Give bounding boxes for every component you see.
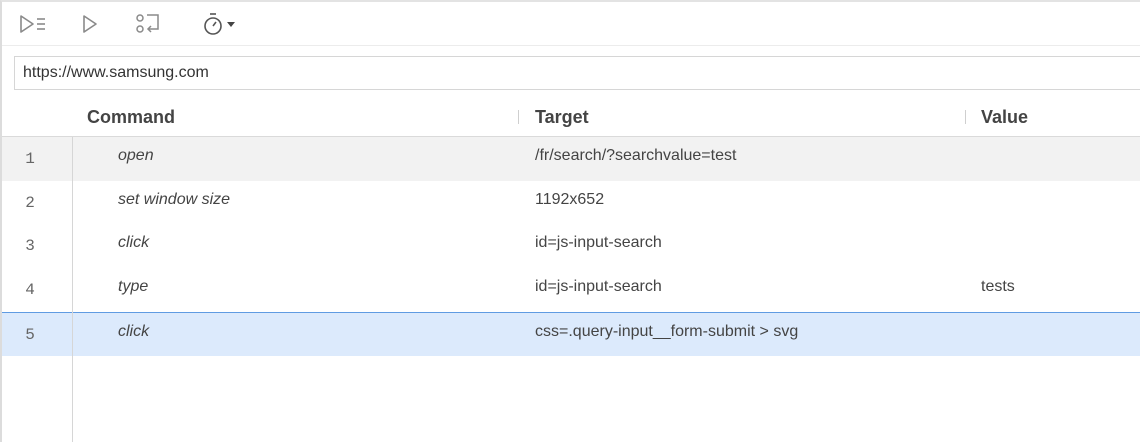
target-cell: 1192x652 bbox=[535, 191, 605, 208]
target-cell: id=js-input-search bbox=[535, 278, 662, 295]
table-row[interactable]: 1 open /fr/search/?searchvalue=test bbox=[2, 137, 1140, 181]
column-divider[interactable] bbox=[518, 110, 519, 124]
base-url-input[interactable] bbox=[15, 57, 1140, 89]
column-header-target: Target bbox=[535, 107, 589, 127]
test-speed-button[interactable] bbox=[196, 10, 242, 38]
command-cell: set window size bbox=[118, 191, 231, 208]
column-header-command: Command bbox=[87, 107, 176, 127]
base-url-field[interactable] bbox=[14, 56, 1140, 90]
table-row[interactable]: 2 set window size 1192x652 bbox=[2, 181, 1140, 225]
step-over-button[interactable] bbox=[130, 10, 164, 38]
target-cell: css=.query-input__form-submit > svg bbox=[535, 323, 799, 340]
run-current-test-button[interactable] bbox=[78, 10, 102, 38]
row-number-gutter-divider bbox=[72, 137, 73, 442]
toolbar bbox=[2, 2, 1140, 46]
command-cell: open bbox=[118, 147, 154, 164]
step-over-icon bbox=[136, 14, 159, 33]
command-cell: click bbox=[118, 323, 150, 340]
target-cell: id=js-input-search bbox=[535, 234, 662, 251]
row-number: 4 bbox=[25, 281, 35, 299]
command-cell: click bbox=[118, 234, 150, 251]
run-all-tests-button[interactable] bbox=[16, 10, 50, 38]
row-number: 5 bbox=[25, 326, 35, 344]
row-number: 3 bbox=[25, 237, 35, 255]
stopwatch-icon bbox=[204, 13, 222, 35]
row-number: 1 bbox=[25, 150, 35, 168]
play-icon bbox=[83, 15, 97, 33]
target-cell: /fr/search/?searchvalue=test bbox=[535, 147, 737, 164]
command-table: 1 open /fr/search/?searchvalue=test 2 se… bbox=[2, 137, 1140, 442]
command-table-header: Command Target Value bbox=[2, 97, 1140, 137]
value-cell: tests bbox=[981, 278, 1015, 295]
play-all-icon bbox=[20, 15, 45, 33]
row-number: 2 bbox=[25, 194, 35, 212]
command-cell: type bbox=[118, 278, 149, 295]
column-divider[interactable] bbox=[965, 110, 966, 124]
table-row[interactable]: 4 type id=js-input-search tests bbox=[2, 268, 1140, 312]
table-row-selected[interactable]: 5 click css=.query-input__form-submit > … bbox=[2, 312, 1140, 356]
column-header-value: Value bbox=[981, 107, 1029, 127]
caret-down-icon bbox=[227, 22, 235, 27]
table-row[interactable]: 3 click id=js-input-search bbox=[2, 224, 1140, 268]
